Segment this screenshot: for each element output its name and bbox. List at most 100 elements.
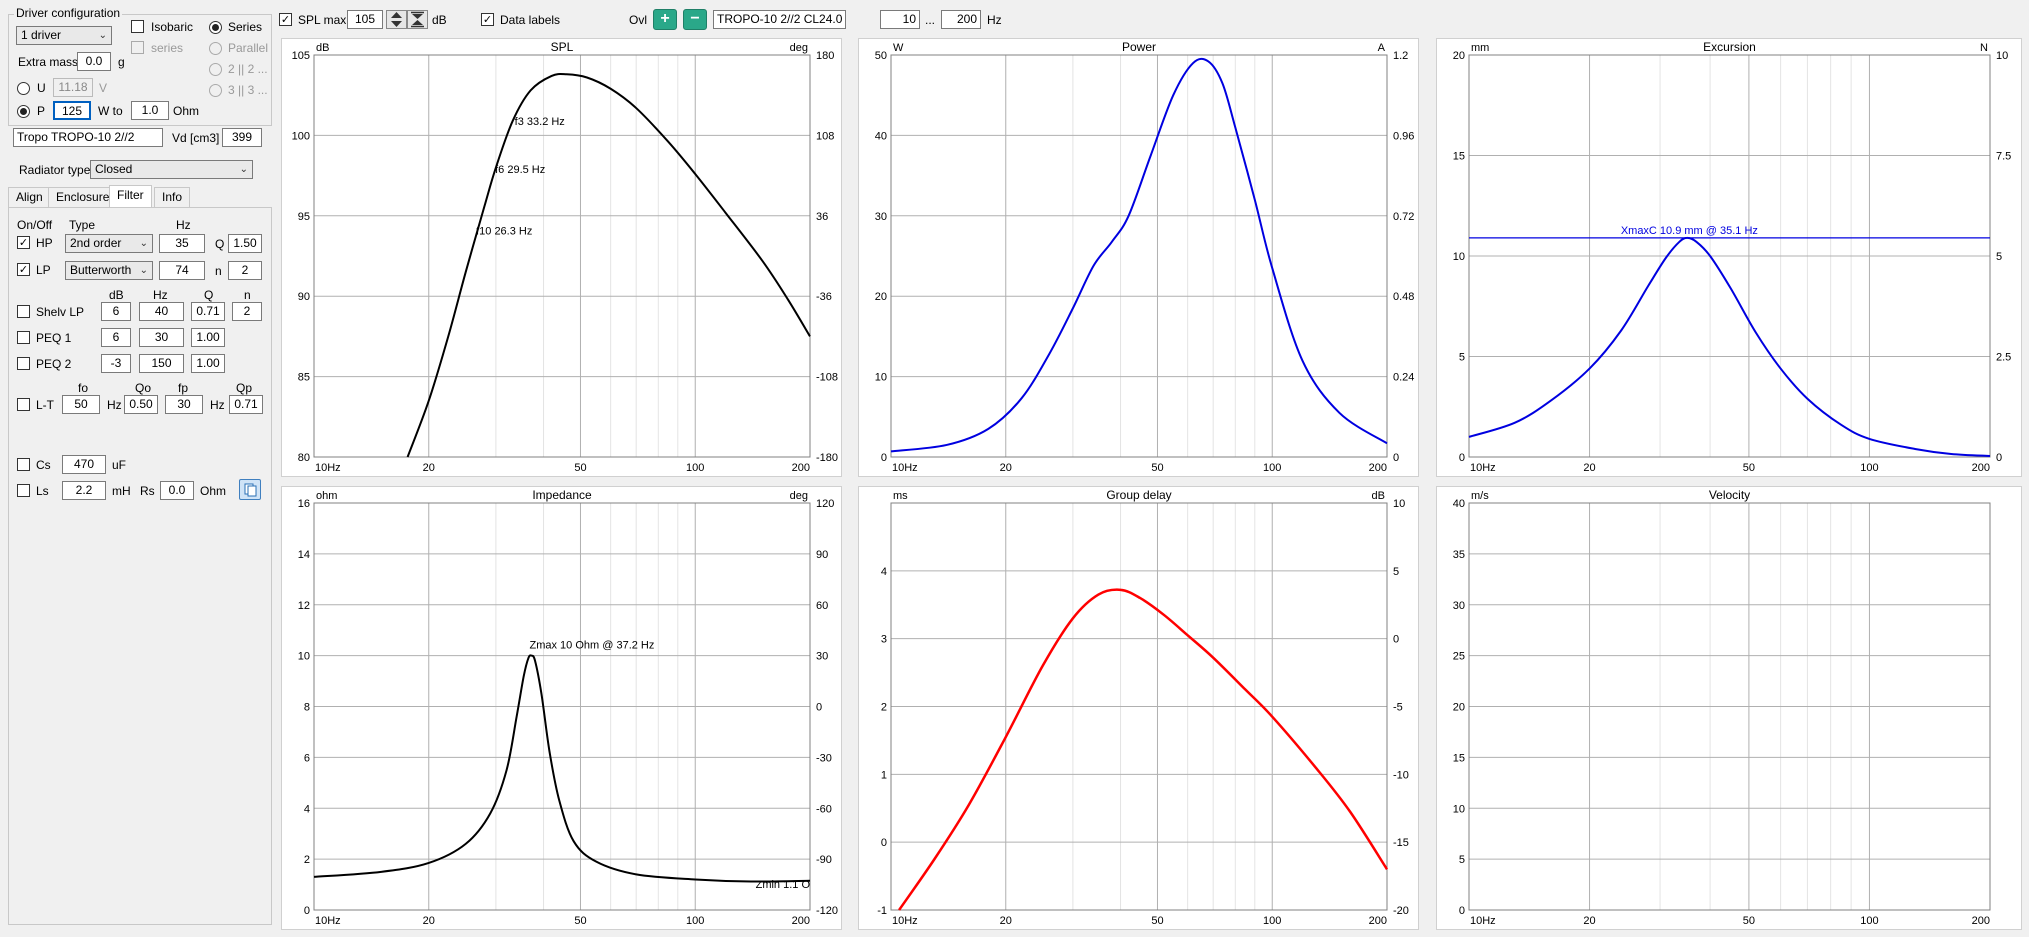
- series-sub-checkbox[interactable]: [131, 41, 144, 54]
- option2-radio[interactable]: [209, 63, 222, 76]
- y-tick-label: 20: [1453, 50, 1465, 62]
- shelv-lp-checkbox[interactable]: [17, 305, 30, 318]
- hp-checkbox[interactable]: ✓: [17, 236, 30, 249]
- x-tick-label: 50: [1743, 915, 1755, 927]
- lt-fp-input[interactable]: 30: [165, 395, 203, 414]
- series-line: [1468, 236, 1991, 457]
- lt-qp-input[interactable]: 0.71: [229, 395, 263, 414]
- parallel-label: Parallel: [228, 41, 269, 55]
- up-down-arrows-icon: [391, 12, 402, 27]
- p-radio[interactable]: [17, 105, 30, 118]
- shelv-db-input[interactable]: 6: [101, 302, 131, 321]
- peq1-db-input[interactable]: 6: [101, 328, 131, 347]
- fit-range-button[interactable]: [407, 10, 428, 29]
- y-tick-label: 15: [1453, 752, 1465, 764]
- cs-input[interactable]: 470: [62, 455, 106, 474]
- y-tick-label: 0: [881, 452, 887, 464]
- velocity-chart-svg: 10Hz 20 50 100 200 0 5 10 15 20 25 30 35 40 Velocity m/…: [1453, 488, 1991, 927]
- remove-overlay-button[interactable]: −: [683, 9, 707, 30]
- driver-configuration-title: Driver configuration: [14, 6, 123, 20]
- y-axis-unit-left: m/s: [1471, 490, 1489, 502]
- ls-input[interactable]: 2.2: [62, 481, 106, 500]
- u-radio[interactable]: [17, 82, 30, 95]
- power-chart: 10Hz 20 50 100 200 0 10 20 30 40 50 0 0.24 0.48 0.72 0.…: [858, 38, 1419, 477]
- y2-tick-label: -30: [816, 752, 832, 764]
- radiator-type-select[interactable]: Closed ⌄: [90, 160, 253, 179]
- data-labels-checkbox[interactable]: ✓: [481, 13, 494, 26]
- peq1-q-input[interactable]: 1.00: [191, 328, 225, 347]
- spl-max-checkbox[interactable]: ✓: [279, 13, 292, 26]
- x-tick-label: 20: [1583, 915, 1595, 927]
- peq1-hz-input[interactable]: 30: [139, 328, 184, 347]
- peq2-q-input[interactable]: 1.00: [191, 354, 225, 373]
- excursion-chart-svg: 10Hz 20 50 100 2000510152002.557.510Excursio…: [1453, 40, 2012, 474]
- driver-count-select[interactable]: 1 driver ⌄: [16, 26, 112, 45]
- y2-tick-label: 10: [1393, 498, 1405, 510]
- freq-max-input[interactable]: 200: [941, 10, 981, 29]
- tab-enclosure[interactable]: Enclosure: [48, 187, 118, 207]
- x-tick-label: 100: [1263, 462, 1281, 474]
- hp-type-value: 2nd order: [70, 236, 122, 250]
- lt-fo-input[interactable]: 50: [62, 395, 100, 414]
- y2-tick-label: 180: [816, 50, 834, 62]
- y-tick-label: 5: [1459, 352, 1465, 364]
- copy-icon[interactable]: [239, 479, 261, 500]
- hp-q-input[interactable]: 1.50: [228, 234, 262, 253]
- driver-name-field[interactable]: Tropo TROPO-10 2//2: [13, 128, 163, 147]
- peq1-checkbox[interactable]: [17, 331, 30, 344]
- y-tick-label: 40: [1453, 498, 1465, 510]
- freq-hz-unit: Hz: [987, 13, 1002, 27]
- lp-type-select[interactable]: Butterworth ⌄: [65, 261, 153, 280]
- lp-checkbox[interactable]: ✓: [17, 263, 30, 276]
- peq2-checkbox[interactable]: [17, 357, 30, 370]
- y-tick-label: 80: [298, 452, 310, 464]
- peq2-db-input[interactable]: -3: [101, 354, 131, 373]
- hp-hz-input[interactable]: 35: [159, 234, 205, 253]
- lt-qo-input[interactable]: 0.50: [124, 395, 158, 414]
- y-axis-unit-right: A: [1378, 42, 1386, 54]
- isobaric-checkbox[interactable]: [131, 20, 144, 33]
- y2-tick-label: -108: [816, 372, 838, 384]
- tab-info[interactable]: Info: [154, 187, 191, 207]
- tab-filter[interactable]: Filter: [109, 185, 152, 207]
- p-input[interactable]: 125: [53, 101, 91, 120]
- y2-tick-label: 2.5: [1996, 352, 2011, 364]
- lp-n-input[interactable]: 2: [228, 261, 262, 280]
- y-tick-label: 90: [298, 291, 310, 303]
- freq-min-input[interactable]: 10: [880, 10, 920, 29]
- add-overlay-button[interactable]: +: [653, 9, 677, 30]
- spl-max-input[interactable]: 105: [347, 10, 383, 29]
- tab-align[interactable]: Align: [8, 187, 51, 207]
- y2-tick-label: 7.5: [1996, 151, 2011, 163]
- header-db: dB: [109, 288, 124, 302]
- option3-label: 3 || 3 ...: [228, 83, 268, 97]
- shelv-n-input[interactable]: 2: [232, 302, 262, 321]
- ohm-input[interactable]: 1.0: [131, 101, 169, 120]
- option3-radio[interactable]: [209, 84, 222, 97]
- lt-checkbox[interactable]: [17, 398, 30, 411]
- y-tick-label: 35: [1453, 549, 1465, 561]
- overlay-name-field[interactable]: TROPO-10 2//2 CL24.0: [713, 10, 846, 29]
- hp-type-select[interactable]: 2nd order ⌄: [65, 234, 153, 253]
- rs-input[interactable]: 0.0: [160, 481, 194, 500]
- series-radio[interactable]: [209, 21, 222, 34]
- cs-checkbox[interactable]: [17, 458, 30, 471]
- ohm-unit: Ohm: [173, 104, 200, 118]
- y-tick-label: -1: [877, 905, 887, 917]
- y2-tick-label: -15: [1393, 837, 1409, 849]
- vd-input[interactable]: 399: [222, 128, 262, 147]
- shelv-hz-input[interactable]: 40: [139, 302, 184, 321]
- series-line: [313, 654, 811, 883]
- ls-checkbox[interactable]: [17, 484, 30, 497]
- up-down-arrows-button[interactable]: [386, 10, 407, 29]
- parallel-radio[interactable]: [209, 42, 222, 55]
- extra-mass-unit: g: [118, 55, 125, 69]
- y2-tick-label: 60: [816, 600, 828, 612]
- peq2-hz-input[interactable]: 150: [139, 354, 184, 373]
- y2-tick-label: 5: [1996, 251, 2002, 263]
- chart-title: Impedance: [532, 488, 592, 502]
- u-input[interactable]: 11.18: [53, 78, 93, 97]
- lp-hz-input[interactable]: 74: [159, 261, 205, 280]
- shelv-q-input[interactable]: 0.71: [191, 302, 225, 321]
- extra-mass-input[interactable]: 0.0: [77, 52, 111, 71]
